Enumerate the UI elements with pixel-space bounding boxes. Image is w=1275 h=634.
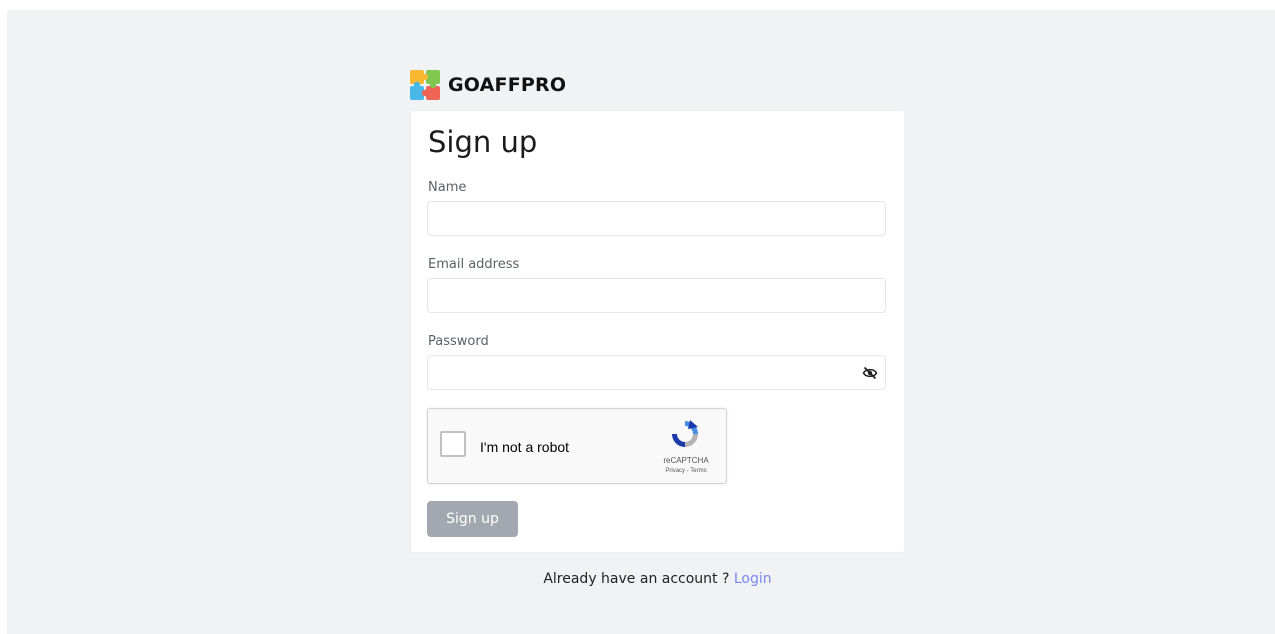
password-field[interactable] [427,355,886,390]
page-title: Sign up [428,125,538,159]
password-label: Password [428,334,489,349]
login-link[interactable]: Login [734,571,772,587]
signup-card: Sign up Name Email address Password I'm … [411,111,904,552]
login-prompt: Already have an account ? Login [410,571,905,587]
recaptcha-label: I'm not a robot [480,439,570,455]
recaptcha-privacy-terms[interactable]: Privacy - Terms [654,468,718,474]
brand-header: GOAFFPRO [410,69,566,101]
goaffpro-logo-icon [410,70,440,100]
brand-name: GOAFFPRO [448,74,567,96]
eye-slash-icon[interactable] [862,365,878,381]
name-label: Name [428,180,467,195]
recaptcha-icon [672,420,698,447]
recaptcha-widget: I'm not a robot reCAPTCHA Privacy - Term… [427,408,727,484]
email-field[interactable] [427,278,886,313]
signup-button[interactable]: Sign up [427,501,518,537]
email-label: Email address [428,257,520,272]
recaptcha-checkbox[interactable] [440,431,466,457]
recaptcha-brand: reCAPTCHA [663,456,709,465]
name-field[interactable] [427,201,886,236]
login-prompt-text: Already have an account ? [543,571,734,587]
